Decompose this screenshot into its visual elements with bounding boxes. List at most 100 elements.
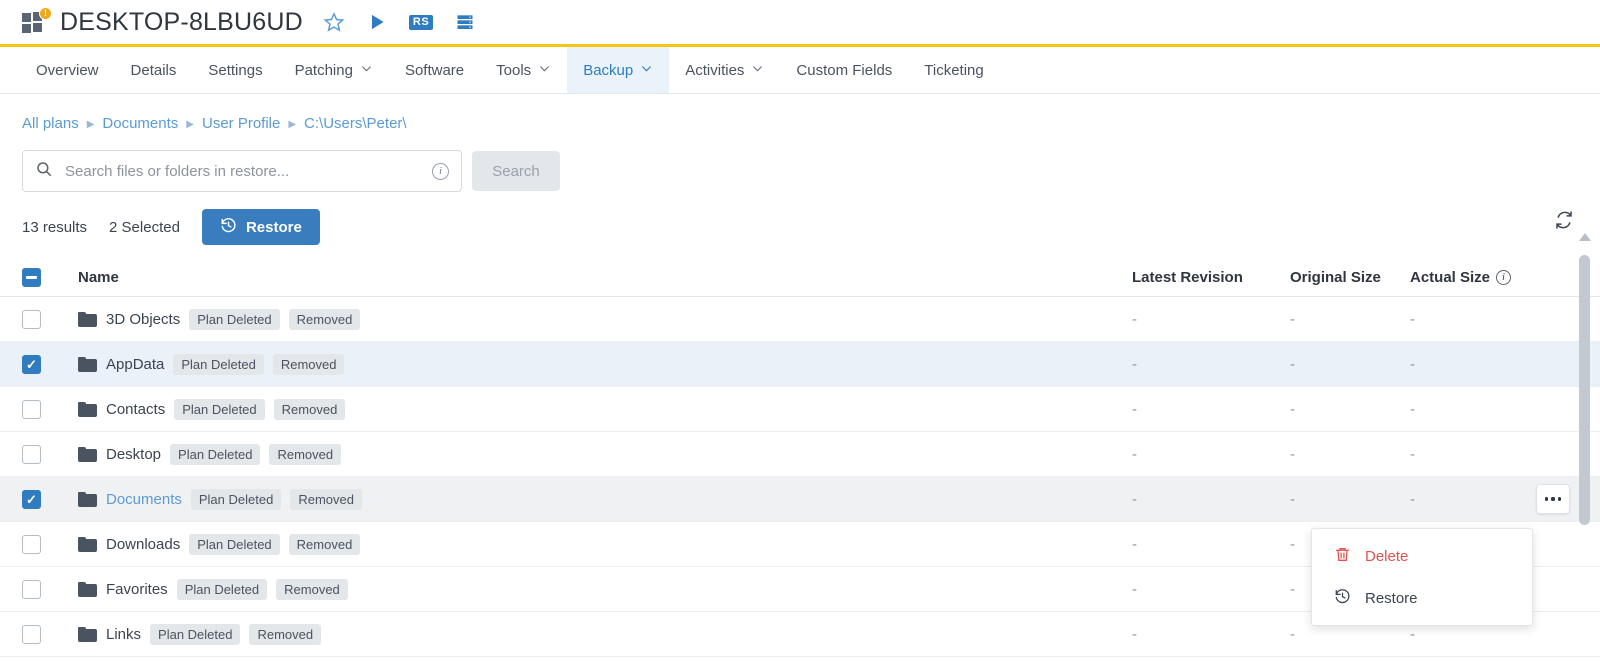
- row-actual-size: -: [1410, 400, 1415, 418]
- favorite-star-icon[interactable]: [323, 11, 345, 33]
- row-original-size: -: [1290, 400, 1295, 418]
- tab-label: Software: [404, 61, 465, 79]
- chevron-down-icon: [640, 62, 653, 79]
- tab-label: Ticketing: [924, 61, 984, 79]
- actual-size-info-icon[interactable]: i: [1496, 270, 1512, 285]
- table-row[interactable]: ✓ Documents Plan Deleted Removed - - -: [0, 477, 1600, 522]
- server-stack-icon[interactable]: [455, 12, 475, 32]
- tab-settings[interactable]: Settings: [192, 47, 278, 93]
- tab-tools[interactable]: Tools: [480, 47, 567, 93]
- row-original-size: -: [1290, 490, 1295, 508]
- status-badge: Removed: [288, 308, 361, 330]
- tab-label: Custom Fields: [796, 61, 893, 79]
- tab-details[interactable]: Details: [115, 47, 193, 93]
- row-select-cell: ✓: [22, 489, 78, 509]
- row-checkbox[interactable]: ✓: [22, 489, 41, 509]
- row-original-size: -: [1290, 355, 1295, 373]
- row-name-cell: Contacts Plan Deleted Removed: [78, 398, 1132, 420]
- tab-custom-fields[interactable]: Custom Fields: [780, 47, 908, 93]
- tab-backup[interactable]: Backup: [567, 47, 670, 93]
- alert-badge-icon: !: [39, 7, 52, 20]
- row-select-cell: ✓: [22, 354, 78, 374]
- row-checkbox[interactable]: [22, 534, 41, 554]
- folder-icon: [78, 311, 97, 327]
- row-checkbox[interactable]: [22, 624, 41, 644]
- tab-activities[interactable]: Activities: [669, 47, 780, 93]
- folder-icon: [78, 491, 97, 507]
- refresh-icon[interactable]: [1554, 210, 1574, 235]
- row-original-size: -: [1290, 625, 1295, 643]
- column-header-name[interactable]: Name: [78, 269, 1132, 286]
- search-input[interactable]: [63, 161, 422, 181]
- tab-overview[interactable]: Overview: [20, 47, 115, 93]
- remote-session-icon[interactable]: RS: [408, 14, 434, 30]
- breadcrumb-item[interactable]: C:\Users\Peter\: [304, 115, 407, 132]
- context-menu-delete[interactable]: Delete: [1312, 535, 1532, 577]
- tab-software[interactable]: Software: [389, 47, 480, 93]
- row-latest-revision: -: [1132, 355, 1137, 373]
- run-play-icon[interactable]: [367, 12, 387, 32]
- context-menu-delete-label: Delete: [1365, 547, 1409, 565]
- row-checkbox[interactable]: [22, 399, 41, 419]
- row-name-cell: Favorites Plan Deleted Removed: [78, 578, 1132, 600]
- row-checkbox[interactable]: [22, 309, 41, 329]
- tab-patching[interactable]: Patching: [279, 47, 389, 93]
- table-scrollbar[interactable]: [1578, 233, 1592, 663]
- chevron-down-icon: [751, 62, 764, 79]
- row-original-size: -: [1290, 310, 1295, 328]
- row-name-label: Desktop: [106, 445, 162, 463]
- row-select-cell: [22, 309, 78, 329]
- breadcrumb-separator-icon: ▶: [288, 119, 297, 130]
- search-info-icon[interactable]: i: [432, 162, 449, 180]
- row-latest-revision: -: [1132, 490, 1137, 508]
- column-header-original-size[interactable]: Original Size: [1290, 269, 1410, 286]
- search-button[interactable]: Search: [472, 151, 560, 191]
- row-name-cell: Links Plan Deleted Removed: [78, 623, 1132, 645]
- context-menu-restore-label: Restore: [1365, 589, 1418, 607]
- restore-button-label: Restore: [245, 218, 302, 236]
- status-badge: Removed: [288, 533, 361, 555]
- tab-ticketing[interactable]: Ticketing: [908, 47, 999, 93]
- search-row: i Search: [0, 132, 1600, 192]
- tab-label: Patching: [294, 61, 353, 79]
- breadcrumb-item[interactable]: All plans: [22, 115, 79, 132]
- row-context-menu: Delete Restore: [1311, 528, 1533, 626]
- table-row[interactable]: Desktop Plan Deleted Removed - - -: [0, 432, 1600, 477]
- restore-button[interactable]: Restore: [201, 209, 320, 245]
- row-select-cell: [22, 444, 78, 464]
- row-original-size: -: [1290, 445, 1295, 463]
- row-name-label[interactable]: Documents: [106, 491, 182, 508]
- row-checkbox[interactable]: [22, 579, 41, 599]
- row-checkbox[interactable]: [22, 444, 41, 464]
- row-actions-menu-button[interactable]: [1536, 484, 1570, 514]
- scroll-up-arrow-icon[interactable]: [1579, 233, 1591, 241]
- status-badge: Removed: [272, 353, 345, 375]
- breadcrumb-item[interactable]: Documents: [102, 115, 178, 132]
- column-header-actual-size[interactable]: Actual Size i: [1410, 269, 1578, 286]
- table-row[interactable]: ✓ AppData Plan Deleted Removed - - -: [0, 342, 1600, 387]
- select-all-checkbox[interactable]: [22, 268, 41, 287]
- row-latest-revision: -: [1132, 625, 1137, 643]
- tab-label: Settings: [208, 61, 263, 79]
- status-badge: Removed: [269, 443, 342, 465]
- context-menu-restore[interactable]: Restore: [1312, 577, 1532, 619]
- search-box[interactable]: i: [22, 150, 462, 192]
- row-name-label: Links: [106, 625, 142, 643]
- row-actual-size: -: [1410, 445, 1415, 463]
- row-checkbox[interactable]: ✓: [22, 354, 41, 374]
- table-row[interactable]: Contacts Plan Deleted Removed - - -: [0, 387, 1600, 432]
- row-name-cell: Documents Plan Deleted Removed: [78, 488, 1132, 510]
- row-latest-revision: -: [1132, 445, 1137, 463]
- trash-icon: [1334, 546, 1351, 567]
- column-header-actual-size-label: Actual Size: [1410, 269, 1491, 286]
- row-name-cell: Desktop Plan Deleted Removed: [78, 443, 1132, 465]
- row-actual-size: -: [1410, 310, 1415, 328]
- status-badge: Plan Deleted: [174, 398, 265, 420]
- selected-count: 2 Selected: [109, 218, 180, 236]
- breadcrumb-item[interactable]: User Profile: [202, 115, 280, 132]
- chevron-down-icon: [360, 62, 373, 79]
- scrollbar-thumb[interactable]: [1579, 255, 1590, 525]
- table-header-row: Name Latest Revision Original Size Actua…: [0, 259, 1600, 297]
- table-row[interactable]: 3D Objects Plan Deleted Removed - - -: [0, 297, 1600, 342]
- column-header-latest-revision[interactable]: Latest Revision: [1132, 269, 1290, 286]
